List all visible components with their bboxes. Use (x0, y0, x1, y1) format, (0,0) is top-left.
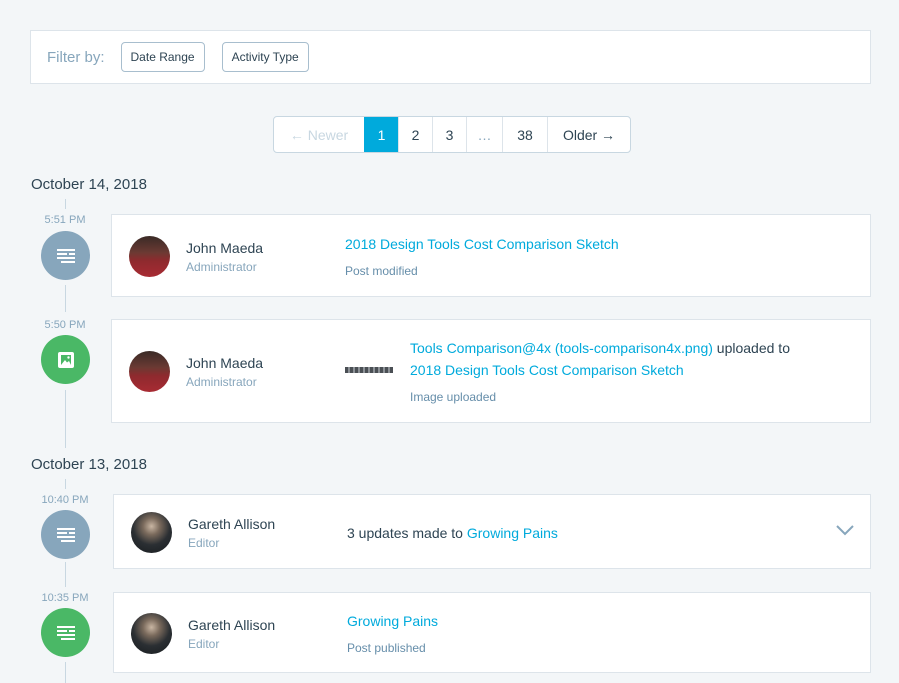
user-role: Administrator (186, 375, 257, 389)
avatar (129, 351, 170, 392)
post-title-link[interactable]: Growing Pains (347, 613, 438, 629)
newer-button[interactable]: ← Newer (274, 117, 364, 152)
activity-card[interactable]: Gareth Allison Editor 3 updates made to … (113, 494, 871, 569)
timeline-line (65, 199, 66, 209)
page-3-button[interactable]: 3 (432, 117, 466, 152)
timeline-line (65, 390, 66, 448)
activity-description: Post modified (345, 264, 418, 278)
page-2-button[interactable]: 2 (398, 117, 432, 152)
post-icon (41, 510, 90, 559)
user-name: John Maeda (186, 355, 264, 371)
event-time: 5:51 PM (44, 214, 86, 226)
date-range-button[interactable]: Date Range (120, 42, 205, 72)
older-button[interactable]: Older → (547, 117, 630, 152)
timeline-line (65, 662, 66, 683)
event-time: 5:50 PM (44, 319, 86, 331)
post-title-link[interactable]: 2018 Design Tools Cost Comparison Sketch (345, 236, 619, 252)
user-name: Gareth Allison (188, 516, 276, 532)
post-title-link[interactable]: Growing Pains (467, 525, 558, 541)
chevron-down-icon[interactable] (836, 523, 854, 541)
date-heading: October 13, 2018 (31, 456, 147, 473)
filter-bar: Filter by: Date Range Activity Type (30, 30, 871, 84)
image-thumbnail[interactable] (345, 367, 393, 373)
activity-card: John Maeda Administrator 2018 Design Too… (111, 214, 871, 297)
activity-description: Image uploaded (410, 390, 497, 404)
event-time: 10:40 PM (41, 494, 89, 506)
post-icon (41, 231, 90, 280)
page-ellipsis: … (466, 117, 502, 152)
timeline-line (65, 562, 66, 587)
activity-type-button[interactable]: Activity Type (221, 42, 309, 72)
activity-card: John Maeda Administrator Tools Compariso… (111, 319, 871, 423)
activity-card: Gareth Allison Editor Growing Pains Post… (113, 592, 871, 673)
date-heading: October 14, 2018 (31, 176, 147, 193)
page-1-button[interactable]: 1 (364, 117, 398, 152)
pagination: ← Newer 1 2 3 … 38 Older → (273, 116, 631, 153)
avatar (129, 236, 170, 277)
upload-connector: uploaded to (712, 340, 790, 356)
timeline-line (65, 479, 66, 489)
file-link[interactable]: Tools Comparison@4x (tools-comparison4x.… (410, 340, 713, 356)
update-summary-text: 3 updates made to (347, 525, 467, 541)
user-role: Editor (188, 637, 220, 651)
timeline-line (65, 285, 66, 312)
upload-description: Tools Comparison@4x (tools-comparison4x.… (410, 337, 790, 381)
post-icon (41, 608, 90, 657)
user-name: John Maeda (186, 240, 264, 256)
filter-label: Filter by: (47, 48, 105, 66)
update-summary: 3 updates made to Growing Pains (347, 522, 558, 544)
event-time: 10:35 PM (41, 592, 89, 604)
avatar (131, 512, 172, 553)
page-38-button[interactable]: 38 (502, 117, 547, 152)
image-icon (41, 335, 90, 384)
user-role: Editor (188, 536, 220, 550)
post-title-link[interactable]: 2018 Design Tools Cost Comparison Sketch (410, 362, 684, 378)
avatar (131, 613, 172, 654)
user-name: Gareth Allison (188, 617, 276, 633)
activity-description: Post published (347, 641, 426, 655)
user-role: Administrator (186, 260, 257, 274)
